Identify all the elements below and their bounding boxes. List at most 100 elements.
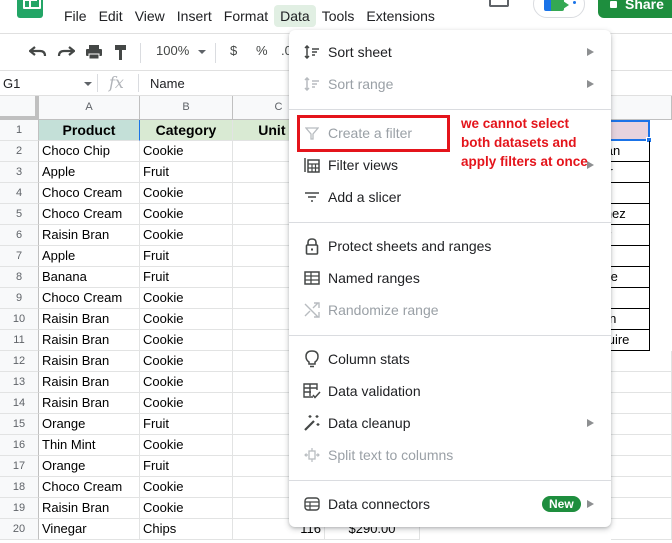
table-cell[interactable]: Orange xyxy=(39,414,140,435)
row-header[interactable]: 17 xyxy=(0,456,39,477)
table-cell[interactable] xyxy=(611,498,672,519)
row-header[interactable]: 8 xyxy=(0,267,39,288)
table-cell[interactable]: Cookie xyxy=(140,309,233,330)
header-cell[interactable]: Category xyxy=(140,120,233,141)
row-header[interactable]: 6 xyxy=(0,225,39,246)
menu-file[interactable]: File xyxy=(58,5,93,27)
table-cell[interactable]: Cookie xyxy=(140,225,233,246)
table-cell[interactable]: Choco Cream xyxy=(39,183,140,204)
table-cell[interactable]: Cookie xyxy=(140,351,233,372)
row-header[interactable]: 18 xyxy=(0,477,39,498)
menu-item-column-stats[interactable]: Column stats xyxy=(289,343,611,375)
menu-insert[interactable]: Insert xyxy=(171,5,218,27)
percent-format-button[interactable]: % xyxy=(256,43,268,58)
menu-item-protect-sheets-and-ranges[interactable]: Protect sheets and ranges xyxy=(289,230,611,262)
table-cell[interactable]: Raisin Bran xyxy=(39,309,140,330)
table-cell[interactable]: Choco Cream xyxy=(39,288,140,309)
row-header[interactable]: 7 xyxy=(0,246,39,267)
table-cell[interactable] xyxy=(611,435,672,456)
table-cell[interactable] xyxy=(611,414,672,435)
table-cell[interactable]: Banana xyxy=(39,267,140,288)
table-cell[interactable] xyxy=(611,372,672,393)
table-cell[interactable]: Raisin Bran xyxy=(39,351,140,372)
name-box-dropdown-icon[interactable] xyxy=(84,82,92,86)
row-header[interactable]: 13 xyxy=(0,372,39,393)
paint-format-icon[interactable] xyxy=(114,44,128,61)
row-header[interactable]: 5 xyxy=(0,204,39,225)
table-cell[interactable]: Apple xyxy=(39,246,140,267)
table-cell[interactable]: Cookie xyxy=(140,498,233,519)
table-cell[interactable]: Cookie xyxy=(140,372,233,393)
header-cell[interactable]: Product xyxy=(39,120,140,141)
table-cell[interactable]: Orange xyxy=(39,456,140,477)
table-cell[interactable]: Choco Chip xyxy=(39,141,140,162)
row-header[interactable]: 12 xyxy=(0,351,39,372)
table-cell[interactable]: Raisin Bran xyxy=(39,393,140,414)
table-cell[interactable]: Cookie xyxy=(140,393,233,414)
table-cell[interactable]: Raisin Bran xyxy=(39,330,140,351)
zoom-select[interactable]: 100% xyxy=(156,43,189,58)
row-header[interactable]: 16 xyxy=(0,435,39,456)
table-cell[interactable]: Cookie xyxy=(140,330,233,351)
table-cell[interactable]: Choco Cream xyxy=(39,204,140,225)
menu-item-data-validation[interactable]: Data validation xyxy=(289,375,611,407)
menu-item-add-a-slicer[interactable]: Add a slicer xyxy=(289,181,611,213)
row-header[interactable]: 11 xyxy=(0,330,39,351)
row-header[interactable]: 4 xyxy=(0,183,39,204)
row-header[interactable]: 9 xyxy=(0,288,39,309)
table-cell[interactable]: Choco Cream xyxy=(39,477,140,498)
menu-item-sort-sheet[interactable]: Sort sheet xyxy=(289,36,611,68)
menu-edit[interactable]: Edit xyxy=(93,5,129,27)
row-header[interactable]: 14 xyxy=(0,393,39,414)
table-cell[interactable] xyxy=(611,456,672,477)
menu-view[interactable]: View xyxy=(129,5,171,27)
table-cell[interactable]: Apple xyxy=(39,162,140,183)
menu-item-data-cleanup[interactable]: Data cleanup xyxy=(289,407,611,439)
menu-item-named-ranges[interactable]: Named ranges xyxy=(289,262,611,294)
menu-data[interactable]: Data xyxy=(274,5,316,27)
menu-extensions[interactable]: Extensions xyxy=(360,5,440,27)
row-header[interactable]: 20 xyxy=(0,519,39,540)
row-header[interactable]: 10 xyxy=(0,309,39,330)
table-cell[interactable]: Fruit xyxy=(140,246,233,267)
table-cell[interactable]: Chips xyxy=(140,519,233,540)
column-header-b[interactable]: B xyxy=(140,96,233,120)
name-box[interactable]: G1 xyxy=(3,76,20,91)
row-header[interactable]: 19 xyxy=(0,498,39,519)
table-cell[interactable]: Fruit xyxy=(140,456,233,477)
column-header-a[interactable]: A xyxy=(39,96,140,120)
meet-button[interactable] xyxy=(533,0,585,18)
row-header[interactable]: 3 xyxy=(0,162,39,183)
row-header[interactable]: 15 xyxy=(0,414,39,435)
menu-format[interactable]: Format xyxy=(218,5,274,27)
zoom-dropdown-icon[interactable] xyxy=(198,50,206,54)
table-cell[interactable]: Raisin Bran xyxy=(39,498,140,519)
row-header[interactable]: 1 xyxy=(0,120,39,141)
table-cell[interactable]: Thin Mint xyxy=(39,435,140,456)
table-cell[interactable]: Cookie xyxy=(140,288,233,309)
table-cell[interactable] xyxy=(611,351,672,372)
select-all-corner[interactable] xyxy=(0,96,39,120)
formula-input[interactable]: Name xyxy=(150,76,185,91)
table-cell[interactable]: Fruit xyxy=(140,267,233,288)
menu-tools[interactable]: Tools xyxy=(316,5,361,27)
table-cell[interactable]: Cookie xyxy=(140,183,233,204)
table-cell[interactable] xyxy=(611,519,672,540)
menu-item-data-connectors[interactable]: Data connectors New xyxy=(289,488,611,520)
table-cell[interactable]: Cookie xyxy=(140,141,233,162)
share-button[interactable]: Share xyxy=(598,0,672,18)
table-cell[interactable]: Vinegar xyxy=(39,519,140,540)
print-icon[interactable] xyxy=(85,44,103,60)
sheets-logo-icon[interactable] xyxy=(17,0,43,18)
redo-icon[interactable] xyxy=(57,45,75,59)
table-cell[interactable] xyxy=(611,477,672,498)
currency-format-button[interactable]: $ xyxy=(230,43,237,58)
table-cell[interactable]: Raisin Bran xyxy=(39,225,140,246)
table-cell[interactable]: Cookie xyxy=(140,477,233,498)
table-cell[interactable]: Cookie xyxy=(140,435,233,456)
table-cell[interactable]: Raisin Bran xyxy=(39,372,140,393)
table-cell[interactable]: Fruit xyxy=(140,162,233,183)
table-cell[interactable] xyxy=(611,393,672,414)
row-header[interactable]: 2 xyxy=(0,141,39,162)
table-cell[interactable]: Fruit xyxy=(140,414,233,435)
